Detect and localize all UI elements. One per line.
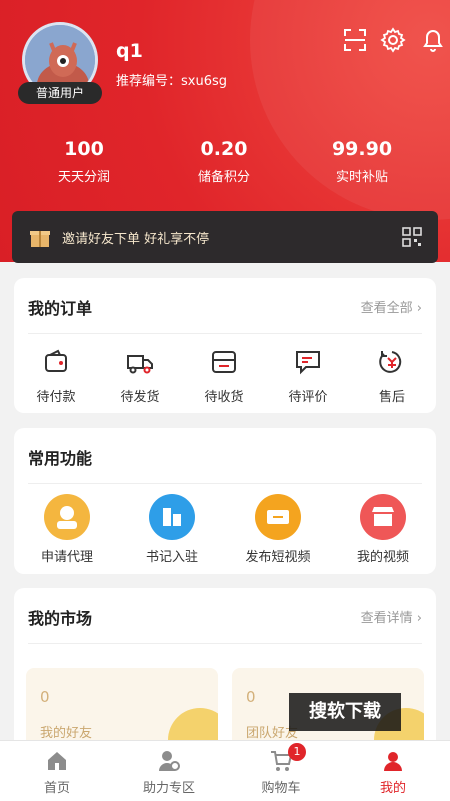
function-label: 书记入驻 [145,550,198,565]
user-assist-icon [159,751,180,771]
divider [28,333,422,334]
view-details-label: 查看详情 [360,611,413,626]
ticket-icon [255,494,301,540]
functions-title: 常用功能 [28,449,93,468]
agent-icon [44,494,90,540]
watermark: 搜软下载 [289,693,401,731]
wallet-icon [45,349,67,372]
inbox-icon [212,351,236,373]
bottom-tab-bar: 首页 助力专区 购物车 1 我的 [0,740,450,801]
tab-assist-zone[interactable]: 助力专区 [124,749,214,796]
function-label: 发布短视频 [245,550,311,565]
tab-label: 我的 [379,781,406,796]
function-label: 申请代理 [40,550,93,565]
username: q1 [116,40,143,62]
orders-view-all-link[interactable]: 查看全部 › [361,297,422,316]
stat-value: 99.90 [331,138,393,160]
chevron-right-icon: › [416,301,422,316]
function-secretary-join[interactable]: 书记入驻 [130,494,214,565]
stat-reserve-points[interactable]: 0.20 储备积分 [164,138,284,185]
comment-icon [296,351,320,375]
stat-label: 实时补贴 [335,170,388,185]
tab-home[interactable]: 首页 [12,749,102,796]
functions-card: 常用功能 申请代理 书记入驻 发布短视频 我的视频 [14,428,436,574]
function-my-videos[interactable]: 我的视频 [341,494,425,565]
scan-icon[interactable] [342,27,368,53]
market-view-details-link[interactable]: 查看详情 › [361,607,422,626]
invite-text: 邀请好友下单 好礼享不停 [62,232,210,247]
orders-title: 我的订单 [28,299,93,318]
function-post-short-video[interactable]: 发布短视频 [228,494,328,565]
order-label: 待收货 [204,390,244,405]
shop-icon [360,494,406,540]
friends-label: 我的好友 [40,726,93,741]
tab-label: 购物车 [261,781,301,796]
function-apply-agent[interactable]: 申请代理 [25,494,109,565]
refund-icon [379,351,402,373]
divider [28,483,422,484]
order-label: 待评价 [288,390,328,405]
view-all-label: 查看全部 [360,301,413,316]
stat-daily-profit[interactable]: 100 天天分润 [24,138,144,185]
stat-label: 储备积分 [197,170,250,185]
stat-value: 100 [64,138,104,160]
invite-banner[interactable]: 邀请好友下单 好礼享不停 [12,211,438,263]
divider [28,643,422,644]
building-icon [149,494,195,540]
stat-value: 0.20 [200,138,248,160]
order-label: 售后 [378,390,405,405]
settings-icon[interactable] [380,27,406,53]
stat-realtime-subsidy[interactable]: 99.90 实时补贴 [302,138,422,185]
order-pending-payment[interactable]: 待付款 [14,348,98,405]
chevron-right-icon: › [416,611,422,626]
function-label: 我的视频 [356,550,409,565]
order-label: 待付款 [36,390,76,405]
friends-count: 0 [40,688,50,706]
team-count: 0 [246,688,256,706]
referral-code: 推荐编号：sxu6sg [116,74,228,89]
qrcode-icon[interactable] [402,227,422,247]
truck-icon [127,355,153,374]
tab-mine[interactable]: 我的 [348,749,438,796]
home-icon [48,752,66,770]
market-title: 我的市场 [28,609,93,628]
order-after-sales[interactable]: 售后 [350,348,434,405]
tab-label: 首页 [43,781,70,796]
order-label: 待发货 [120,390,160,405]
order-pending-review[interactable]: 待评价 [266,348,350,405]
tab-label: 助力专区 [142,781,195,796]
order-pending-shipment[interactable]: 待发货 [98,348,182,405]
orders-card: 我的订单 查看全部 › 待付款 待发货 待收货 待评价 售后 [14,278,436,413]
tab-cart[interactable]: 购物车 1 [236,743,326,796]
order-pending-receipt[interactable]: 待收货 [182,348,266,405]
bell-icon[interactable] [420,27,446,53]
profile-icon [384,752,402,771]
stat-label: 天天分润 [57,170,110,185]
gift-icon [30,231,50,247]
cart-count-badge: 1 [288,743,306,761]
member-level-badge: 普通用户 [18,82,102,104]
